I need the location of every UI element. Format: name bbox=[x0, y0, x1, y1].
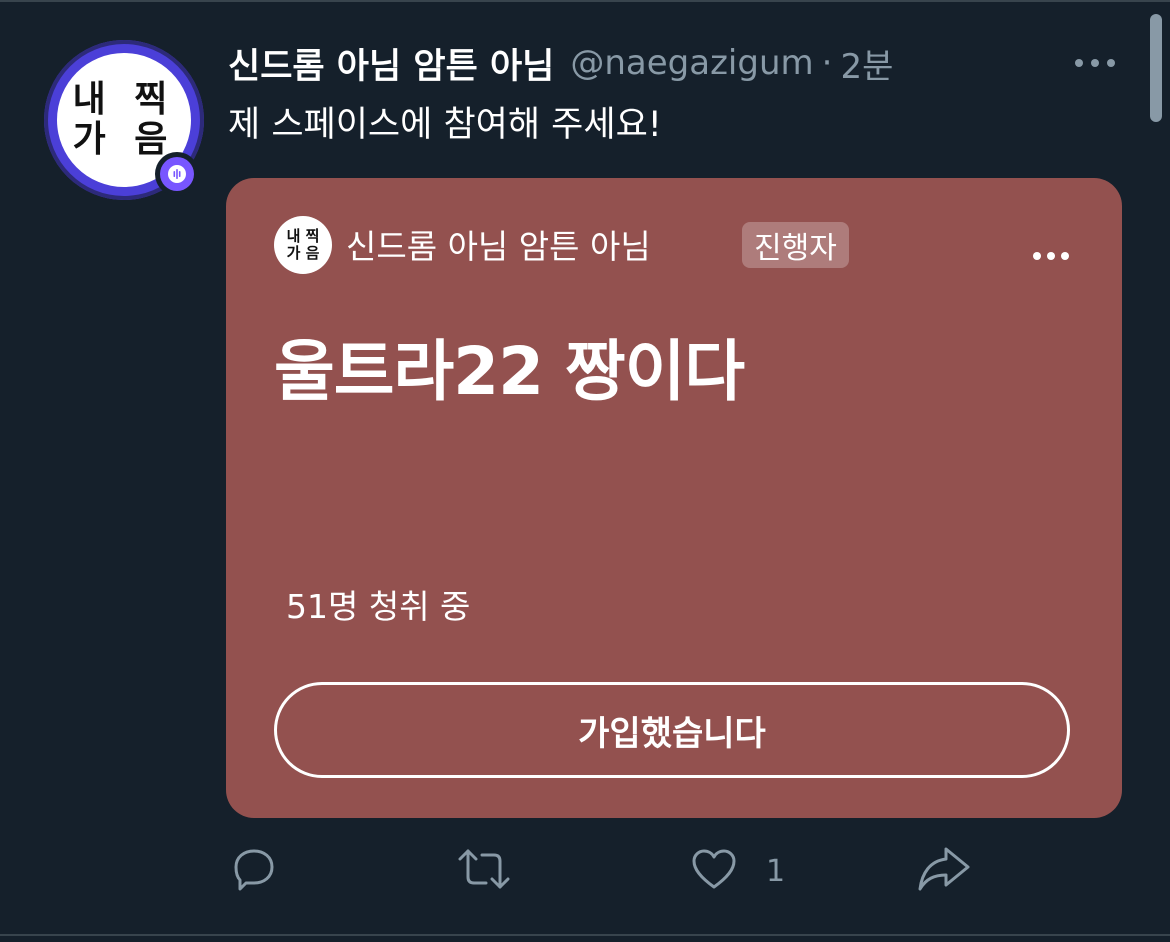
join-button[interactable]: 가입했습니다 bbox=[274, 682, 1070, 778]
space-live-badge bbox=[155, 152, 199, 196]
space-title: 울트라22 짱이다 bbox=[274, 333, 745, 410]
tweet-text: 제 스페이스에 참여해 주세요! bbox=[228, 105, 662, 145]
host-badge: 진행자 bbox=[742, 222, 849, 268]
microphone-icon bbox=[160, 157, 194, 191]
card-more-options-icon[interactable] bbox=[1026, 244, 1076, 268]
space-card[interactable]: 내 찍 가 음 신드롬 아님 암튼 아님 진행자 울트라22 짱이다 51명 청… bbox=[226, 178, 1122, 818]
reply-button[interactable] bbox=[230, 846, 278, 896]
retweet-icon bbox=[456, 845, 512, 897]
retweet-button[interactable] bbox=[456, 846, 512, 896]
tweet[interactable]: 내 찍 가 음 신드롬 아님 암튼 아님 @naegazigum · 2분 제 … bbox=[0, 0, 1170, 934]
timestamp[interactable]: 2분 bbox=[840, 39, 893, 88]
heart-icon bbox=[690, 845, 738, 897]
separator-dot: · bbox=[821, 43, 833, 83]
user-handle[interactable]: @naegazigum bbox=[570, 43, 813, 83]
share-icon bbox=[916, 845, 972, 897]
like-button[interactable]: 1 bbox=[690, 846, 785, 896]
host-avatar[interactable]: 내 찍 가 음 bbox=[274, 216, 332, 274]
display-name[interactable]: 신드롬 아님 암튼 아님 bbox=[228, 38, 554, 89]
more-options-icon[interactable] bbox=[1070, 48, 1120, 78]
share-button[interactable] bbox=[916, 846, 972, 896]
host-avatar-text-line-1: 내 찍 bbox=[286, 227, 320, 245]
host-name: 신드롬 아님 암튼 아님 bbox=[346, 227, 651, 266]
like-count: 1 bbox=[766, 853, 786, 889]
host-avatar-text-line-2: 가 음 bbox=[286, 244, 320, 262]
avatar-text-line-1: 내 찍 bbox=[72, 79, 176, 120]
reply-icon bbox=[230, 845, 278, 897]
bottom-divider bbox=[0, 934, 1170, 936]
tweet-header: 신드롬 아님 암튼 아님 @naegazigum · 2분 bbox=[228, 38, 893, 89]
scrollbar[interactable] bbox=[1150, 14, 1162, 122]
listener-count: 51명 청취 중 bbox=[286, 587, 471, 626]
avatar-text-line-2: 가 음 bbox=[72, 119, 176, 160]
